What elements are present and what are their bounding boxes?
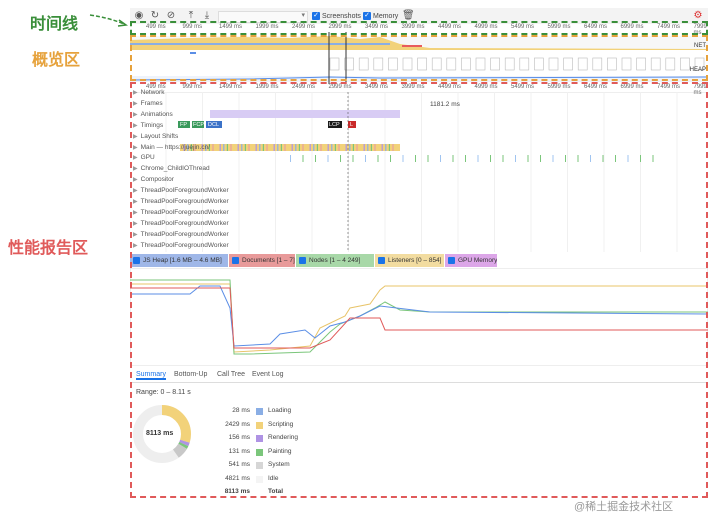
screenshots-label: Screenshots [322, 12, 361, 20]
report-annotation: 性能报告区 [8, 238, 89, 257]
checkbox-icon: ✓ [363, 12, 371, 20]
overview-annotation-box [130, 35, 708, 81]
timeline-annotation-box [130, 21, 708, 35]
overview-annotation: 概览区 [32, 50, 81, 69]
watermark: @稀土掘金技术社区 [574, 501, 674, 513]
chevron-down-icon: ▾ [301, 12, 305, 19]
timeline-annotation: 时间线 [30, 14, 79, 33]
memory-label: Memory [373, 12, 399, 20]
checkbox-icon: ✓ [312, 12, 320, 20]
screenshots-checkbox[interactable]: ✓ Screenshots [312, 12, 361, 20]
timeline-arrow [88, 12, 128, 28]
memory-checkbox[interactable]: ✓ Memory [363, 12, 398, 20]
report-annotation-box [130, 82, 708, 498]
